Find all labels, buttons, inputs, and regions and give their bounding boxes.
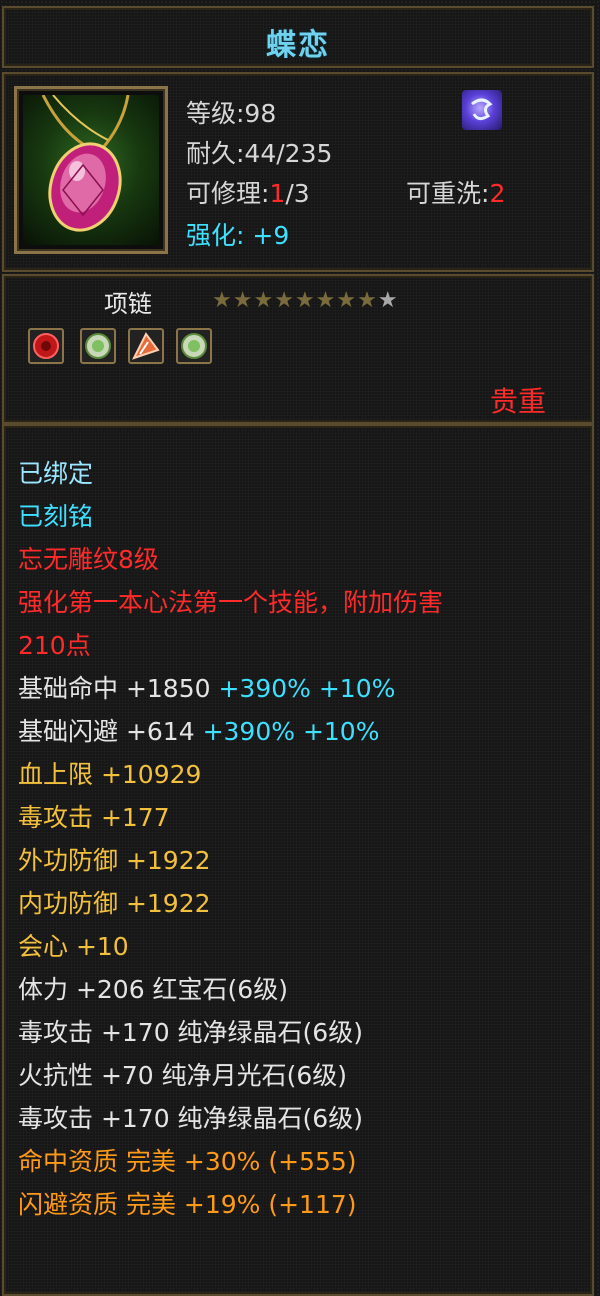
item-tooltip: 蝶恋 等级:98 耐久:44/235 可修理:1/3 可重洗:2 强化: +9 … [0,0,600,1296]
gem-stat-1: 体力 +206 红宝石(6级) [18,975,288,1004]
dodge-label: 基础闪避 +614 [18,717,195,746]
type-panel: 项链 ★★★★★★★★★ 贵重 [2,274,594,424]
red-gem-icon [28,328,64,364]
star-icon: ★ [336,288,358,313]
durability-text: 耐久:44/235 [186,139,333,168]
star-icon: ★ [212,288,233,313]
hit-label: 基础命中 +1850 [18,674,211,703]
repair-current: 1 [269,179,286,208]
star-icon: ★ [315,288,337,313]
star-icon: ★ [294,288,316,313]
star-rating: ★★★★★★★★★ [212,288,399,313]
rewash-value: 2 [489,179,506,208]
gem-stat-3: 火抗性 +70 纯净月光石(6级) [18,1061,348,1090]
dodge-aptitude: 闪避资质 完美 +19% (+117) [18,1190,357,1219]
enhance-text: 强化: +9 [186,221,290,250]
title-bar: 蝶恋 [2,6,594,68]
hit-aptitude: 命中资质 完美 +30% (+555) [18,1147,357,1176]
hp-stat: 血上限 +10929 [18,760,202,789]
item-portrait [14,86,168,254]
dodge-bonus-2: +10% [302,717,380,746]
rarity-label: 贵重 [490,385,547,418]
dodge-bonus-1: +390% [202,717,295,746]
hit-bonus-1: +390% [218,674,311,703]
skill-bonus-line1: 强化第一本心法第一个技能，附加伤害 [18,588,444,617]
necklace-icon [23,94,159,245]
item-name: 蝶恋 [266,28,330,63]
star-icon: ★ [357,288,378,313]
hit-bonus-2: +10% [318,674,396,703]
repair-max: /3 [285,179,310,208]
gem-stat-2: 毒攻击 +170 纯净绿晶石(6级) [18,1018,363,1047]
gem-stat-4: 毒攻击 +170 纯净绿晶石(6级) [18,1104,363,1133]
moonstone-icon [128,328,164,364]
dodge-stat: 基础闪避 +614 +390% +10% [18,712,379,748]
external-defense-stat: 外功防御 +1922 [18,846,211,875]
star-icon: ★ [232,288,254,313]
item-info-panel: 等级:98 耐久:44/235 可修理:1/3 可重洗:2 强化: +9 [2,72,594,272]
repair-label: 可修理: [186,179,270,208]
crit-stat: 会心 +10 [18,932,129,961]
hit-stat: 基础命中 +1850 +390% +10% [18,669,395,705]
star-icon: ★ [274,288,295,313]
poison-attack-stat: 毒攻击 +177 [18,803,170,832]
repair-row: 可修理:1/3 [186,174,310,210]
level-text: 等级:98 [186,99,277,128]
ability-badge-icon [462,90,502,130]
rewash-label: 可重洗: [406,179,490,208]
item-type: 项链 [104,290,152,318]
bound-status: 已绑定 [18,459,94,488]
carving-text: 忘无雕纹8级 [18,545,159,574]
rewash-row: 可重洗:2 [406,174,505,210]
internal-defense-stat: 内功防御 +1922 [18,889,211,918]
green-crystal-icon [80,328,116,364]
skill-bonus-line2: 210点 [18,631,91,660]
green-crystal-icon [176,328,212,364]
star-empty-icon: ★ [377,288,399,313]
engraved-status: 已刻铭 [18,502,94,531]
star-icon: ★ [253,288,275,313]
attributes-panel: 已绑定 已刻铭 忘无雕纹8级 强化第一本心法第一个技能，附加伤害 210点 基础… [2,424,594,1296]
